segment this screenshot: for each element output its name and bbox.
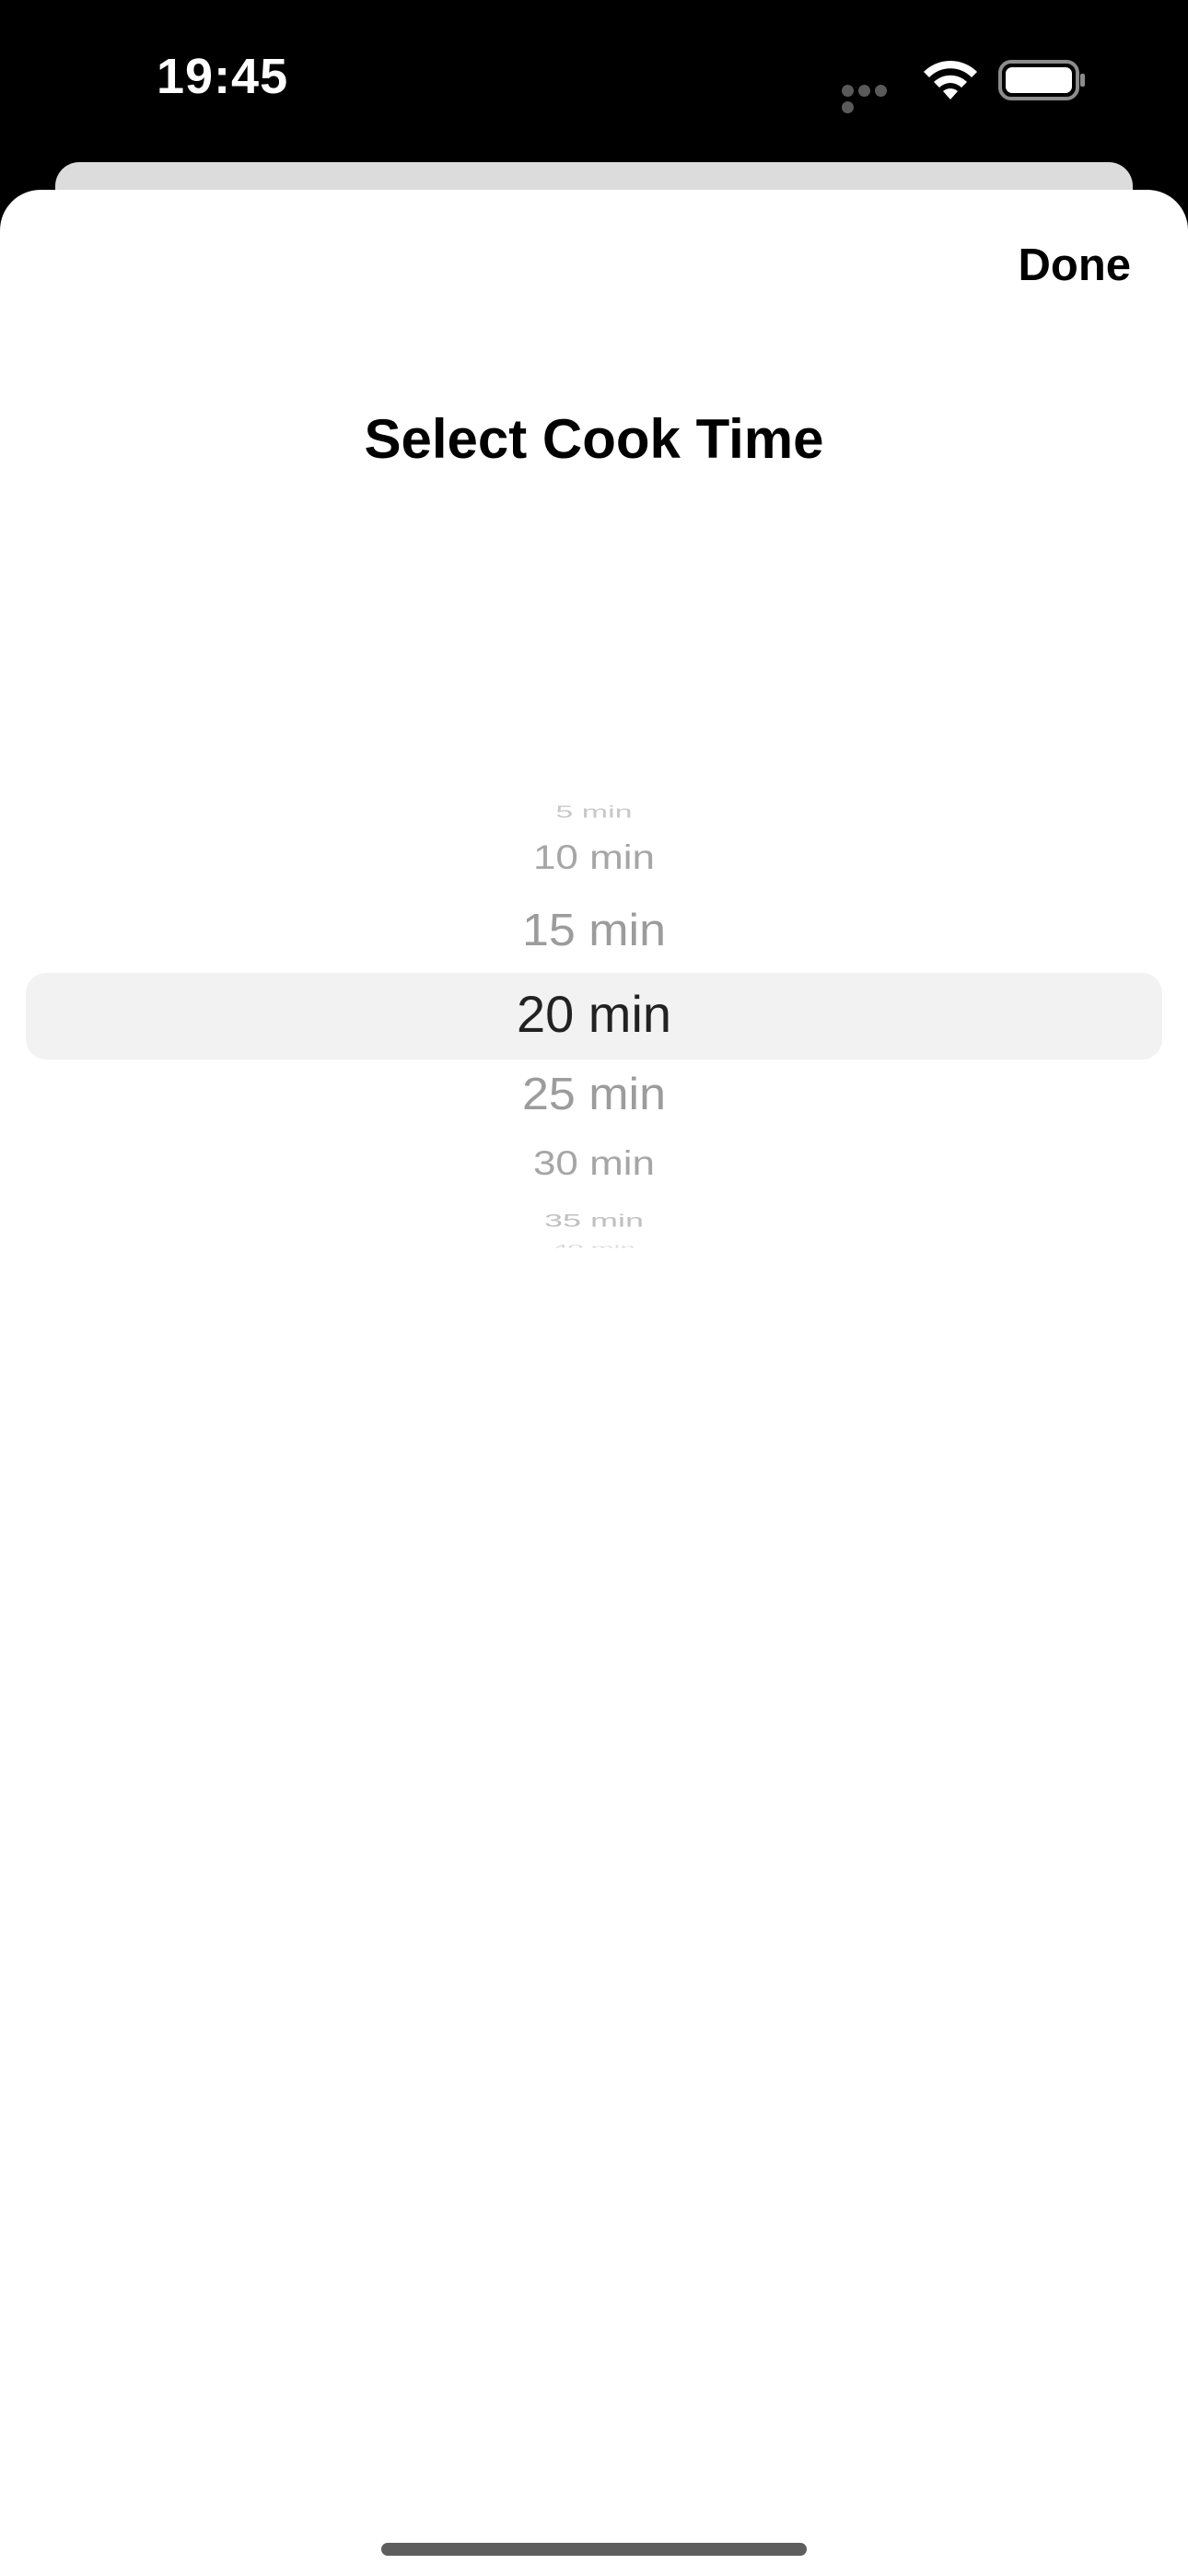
cook-time-picker[interactable]: 5 min 10 min 15 min 20 min 25 min 30 min… bbox=[0, 604, 1188, 1268]
picker-option[interactable]: 40 min bbox=[0, 1244, 1188, 1248]
picker-option[interactable]: 5 min bbox=[0, 802, 1188, 822]
battery-icon bbox=[998, 60, 1085, 100]
wifi-icon bbox=[924, 60, 977, 100]
status-time: 19:45 bbox=[157, 49, 289, 104]
status-bar: 19:45 bbox=[0, 0, 1188, 166]
picker-option[interactable]: 15 min bbox=[0, 905, 1188, 957]
screen: 19:45 Done Select Cook Time 5 min 10 min… bbox=[0, 0, 1188, 2576]
picker-option[interactable]: 35 min bbox=[0, 1210, 1188, 1231]
cellular-signal-icon bbox=[842, 85, 906, 113]
home-indicator[interactable] bbox=[381, 2543, 807, 2556]
sheet-title: Select Cook Time bbox=[364, 408, 824, 470]
picker-option[interactable]: 25 min bbox=[0, 1069, 1188, 1121]
picker-option[interactable]: 30 min bbox=[0, 1144, 1188, 1184]
cook-time-sheet: Done Select Cook Time 5 min 10 min 15 mi… bbox=[0, 190, 1188, 2576]
done-button[interactable]: Done bbox=[1019, 240, 1132, 291]
picker-option[interactable]: 10 min bbox=[0, 838, 1188, 878]
picker-option-selected[interactable]: 20 min bbox=[0, 984, 1188, 1044]
